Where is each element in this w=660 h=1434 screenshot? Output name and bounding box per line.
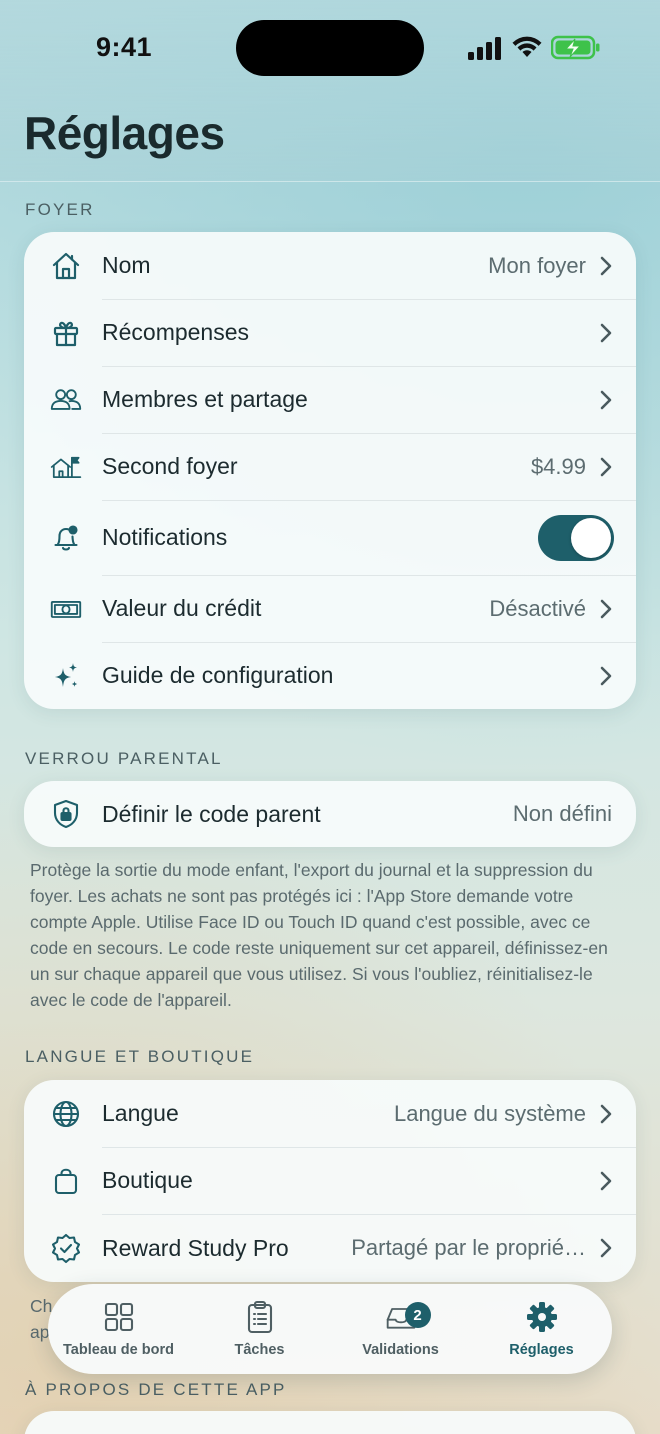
row-nom[interactable]: Nom Mon foyer	[24, 232, 636, 299]
row-label: Valeur du crédit	[102, 595, 262, 621]
chevron-right-icon	[600, 323, 612, 342]
dynamic-island	[236, 20, 424, 76]
row-label: Récompenses	[102, 319, 250, 345]
row-label: Guide de configuration	[102, 662, 334, 688]
tab-taches[interactable]: Tâches	[189, 1284, 330, 1374]
bell-icon	[48, 520, 84, 556]
grid-icon	[104, 1302, 133, 1332]
tab-label: Tâches	[234, 1342, 285, 1358]
row-notifications: Notifications	[24, 500, 636, 575]
card-verrou: Définir le code parent Non défini	[24, 781, 636, 847]
section-label-foyer: FOYER	[25, 200, 95, 219]
row-value: Langue du système	[393, 1100, 586, 1126]
row-reward-study-pro[interactable]: Reward Study Pro Partagé par le proprié…	[24, 1214, 636, 1282]
cellular-signal-icon	[468, 37, 501, 60]
chevron-right-icon	[600, 1104, 612, 1123]
row-langue[interactable]: Langue Langue du système	[24, 1080, 636, 1147]
banknote-icon	[48, 591, 84, 627]
row-second-foyer[interactable]: Second foyer $4.99	[24, 433, 636, 500]
card-langue: Langue Langue du système Boutique Reward…	[24, 1080, 636, 1282]
section-label-verrou: VERROU PARENTAL	[25, 749, 223, 768]
row-label: Nom	[102, 252, 151, 278]
row-guide[interactable]: Guide de configuration	[24, 642, 636, 709]
chevron-right-icon	[600, 256, 612, 275]
chevron-right-icon	[600, 599, 612, 618]
chevron-right-icon	[600, 1171, 612, 1190]
people-icon	[48, 382, 84, 418]
globe-icon	[48, 1096, 84, 1132]
section-label-apropos: À PROPOS DE CETTE APP	[25, 1380, 287, 1399]
row-value: $4.99	[530, 453, 586, 479]
gift-icon	[48, 315, 84, 351]
tab-bar: Tableau de bord Tâches 2 Validations Rég…	[48, 1284, 612, 1374]
house-icon	[48, 248, 84, 284]
row-label: Langue	[102, 1100, 179, 1126]
wifi-icon	[512, 36, 542, 57]
tab-label: Réglages	[509, 1342, 574, 1358]
bag-icon	[48, 1163, 84, 1199]
chevron-right-icon	[600, 390, 612, 409]
chevron-right-icon	[600, 1238, 612, 1258]
tab-reglages[interactable]: Réglages	[471, 1284, 612, 1374]
row-recompenses[interactable]: Récompenses	[24, 299, 636, 366]
row-value: Non défini	[512, 801, 612, 826]
card-apropos	[24, 1411, 636, 1434]
card-foyer: Nom Mon foyer Récompenses Membres et par…	[24, 232, 636, 709]
toggle-knob	[571, 517, 611, 558]
row-valeur-credit[interactable]: Valeur du crédit Désactivé	[24, 575, 636, 642]
row-boutique[interactable]: Boutique	[24, 1147, 636, 1214]
row-label: Second foyer	[102, 453, 238, 479]
seal-check-icon	[48, 1230, 84, 1266]
chevron-right-icon	[600, 666, 612, 685]
page-title: Réglages	[24, 107, 225, 159]
validations-badge: 2	[404, 1302, 431, 1328]
tab-label: Tableau de bord	[63, 1342, 174, 1358]
row-label: Reward Study Pro	[102, 1234, 289, 1261]
chevron-right-icon	[600, 457, 612, 476]
row-label: Définir le code parent	[102, 800, 321, 827]
status-bar: 9:41	[0, 0, 660, 96]
status-time: 9:41	[96, 32, 153, 62]
tab-validations[interactable]: 2 Validations	[330, 1284, 471, 1374]
house-flag-icon	[48, 449, 84, 485]
row-membres[interactable]: Membres et partage	[24, 366, 636, 433]
shield-lock-icon	[48, 796, 84, 832]
hidden-footnote-fragment: ap	[30, 1322, 50, 1342]
row-value: Désactivé	[489, 595, 586, 621]
row-label: Notifications	[102, 524, 228, 550]
row-label: Boutique	[102, 1167, 193, 1193]
row-value: Partagé par le proprié…	[351, 1235, 586, 1260]
battery-charging-icon	[551, 35, 600, 60]
section-label-langue: LANGUE ET BOUTIQUE	[25, 1047, 255, 1066]
row-label: Membres et partage	[102, 386, 308, 412]
row-value: Mon foyer	[488, 252, 586, 278]
gear-icon	[526, 1302, 557, 1332]
sparkles-icon	[48, 658, 84, 694]
row-code-parent[interactable]: Définir le code parent Non défini	[24, 781, 636, 847]
notifications-toggle[interactable]	[538, 514, 614, 561]
tab-label: Validations	[362, 1342, 439, 1358]
tab-tableau-de-bord[interactable]: Tableau de bord	[48, 1284, 189, 1374]
clipboard-icon	[247, 1300, 272, 1334]
parental-lock-footnote: Protège la sortie du mode enfant, l'expo…	[30, 860, 608, 1010]
